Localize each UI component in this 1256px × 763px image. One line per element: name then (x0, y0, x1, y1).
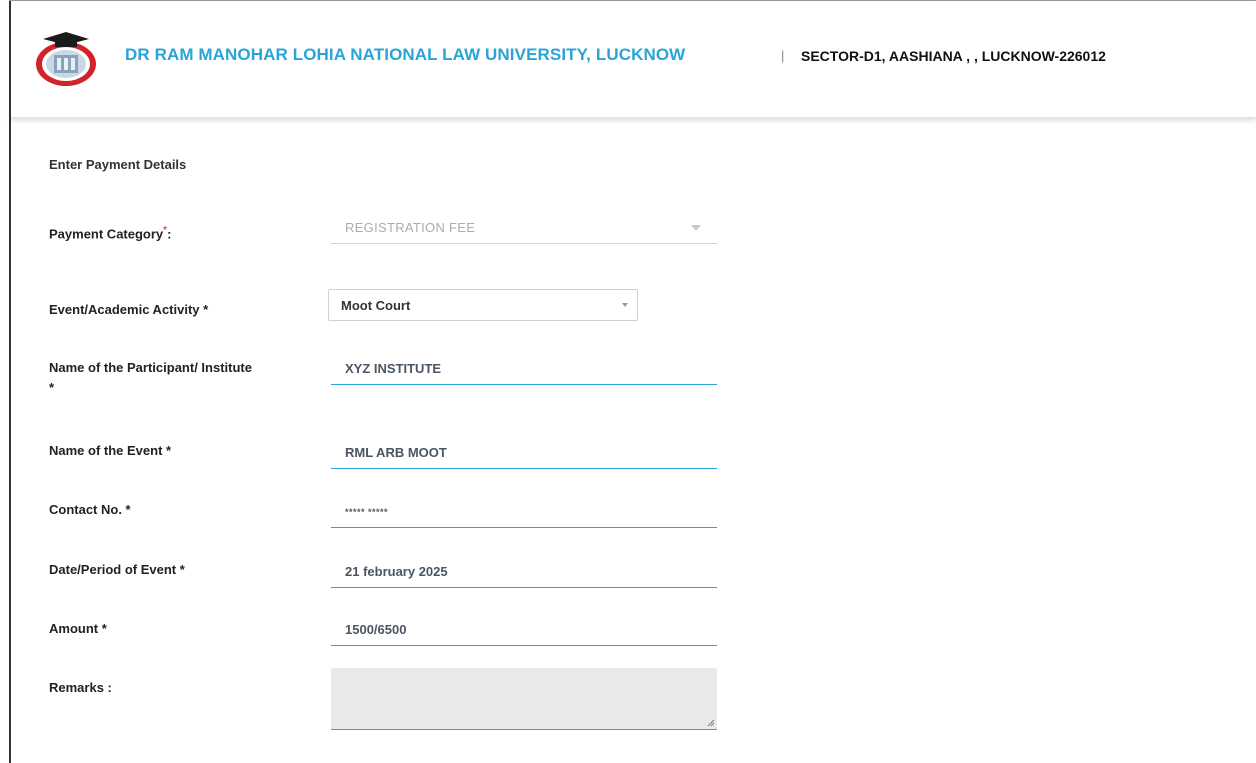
university-seal-icon (36, 32, 96, 86)
event-name-label: Name of the Event * (49, 443, 172, 458)
event-activity-select[interactable]: Moot Court (328, 289, 638, 321)
page-header: DR RAM MANOHAR LOHIA NATIONAL LAW UNIVER… (11, 1, 1256, 118)
event-activity-value: Moot Court (341, 297, 411, 313)
chevron-down-icon (622, 303, 628, 307)
payment-category-select[interactable]: REGISTRATION FEE (331, 212, 717, 244)
event-date-input[interactable]: 21 february 2025 (331, 556, 717, 588)
event-date-label: Date/Period of Event * (49, 562, 185, 577)
section-title: Enter Payment Details (49, 157, 187, 172)
event-date-value: 21 february 2025 (345, 564, 448, 579)
payment-category-label-text: Payment Category (49, 226, 164, 242)
participant-name-label-line2: * (49, 380, 55, 395)
amount-label: Amount * (49, 621, 107, 636)
participant-name-input[interactable]: XYZ INSTITUTE (331, 353, 717, 385)
remarks-label: Remarks : (49, 680, 112, 695)
chevron-down-icon (691, 225, 701, 231)
amount-value: 1500/6500 (345, 622, 407, 637)
participant-name-label-line1: Name of the Participant/ Institute (49, 360, 252, 375)
resize-grip-icon[interactable] (707, 719, 715, 727)
participant-name-label: Name of the Participant/ Institute * (49, 358, 252, 398)
university-address: SECTOR-D1, AASHIANA , , LUCKNOW-226012 (801, 48, 1106, 64)
participant-name-value: XYZ INSTITUTE (345, 361, 442, 376)
payment-category-value: REGISTRATION FEE (345, 220, 476, 235)
contact-no-input[interactable]: ***** ***** (331, 496, 717, 528)
payment-category-label-suffix: : (167, 226, 172, 242)
event-name-input[interactable]: RML ARB MOOT (331, 437, 717, 469)
contact-no-value: ***** ***** (345, 506, 389, 517)
contact-no-label: Contact No. * (49, 502, 131, 517)
amount-input[interactable]: 1500/6500 (331, 614, 717, 646)
event-activity-label: Event/Academic Activity * (49, 302, 209, 317)
header-separator: | (781, 48, 785, 63)
payment-category-label: Payment Category*: (49, 221, 171, 244)
university-name: DR RAM MANOHAR LOHIA NATIONAL LAW UNIVER… (125, 45, 686, 64)
remarks-textarea[interactable] (331, 668, 717, 730)
event-name-value: RML ARB MOOT (345, 445, 447, 460)
